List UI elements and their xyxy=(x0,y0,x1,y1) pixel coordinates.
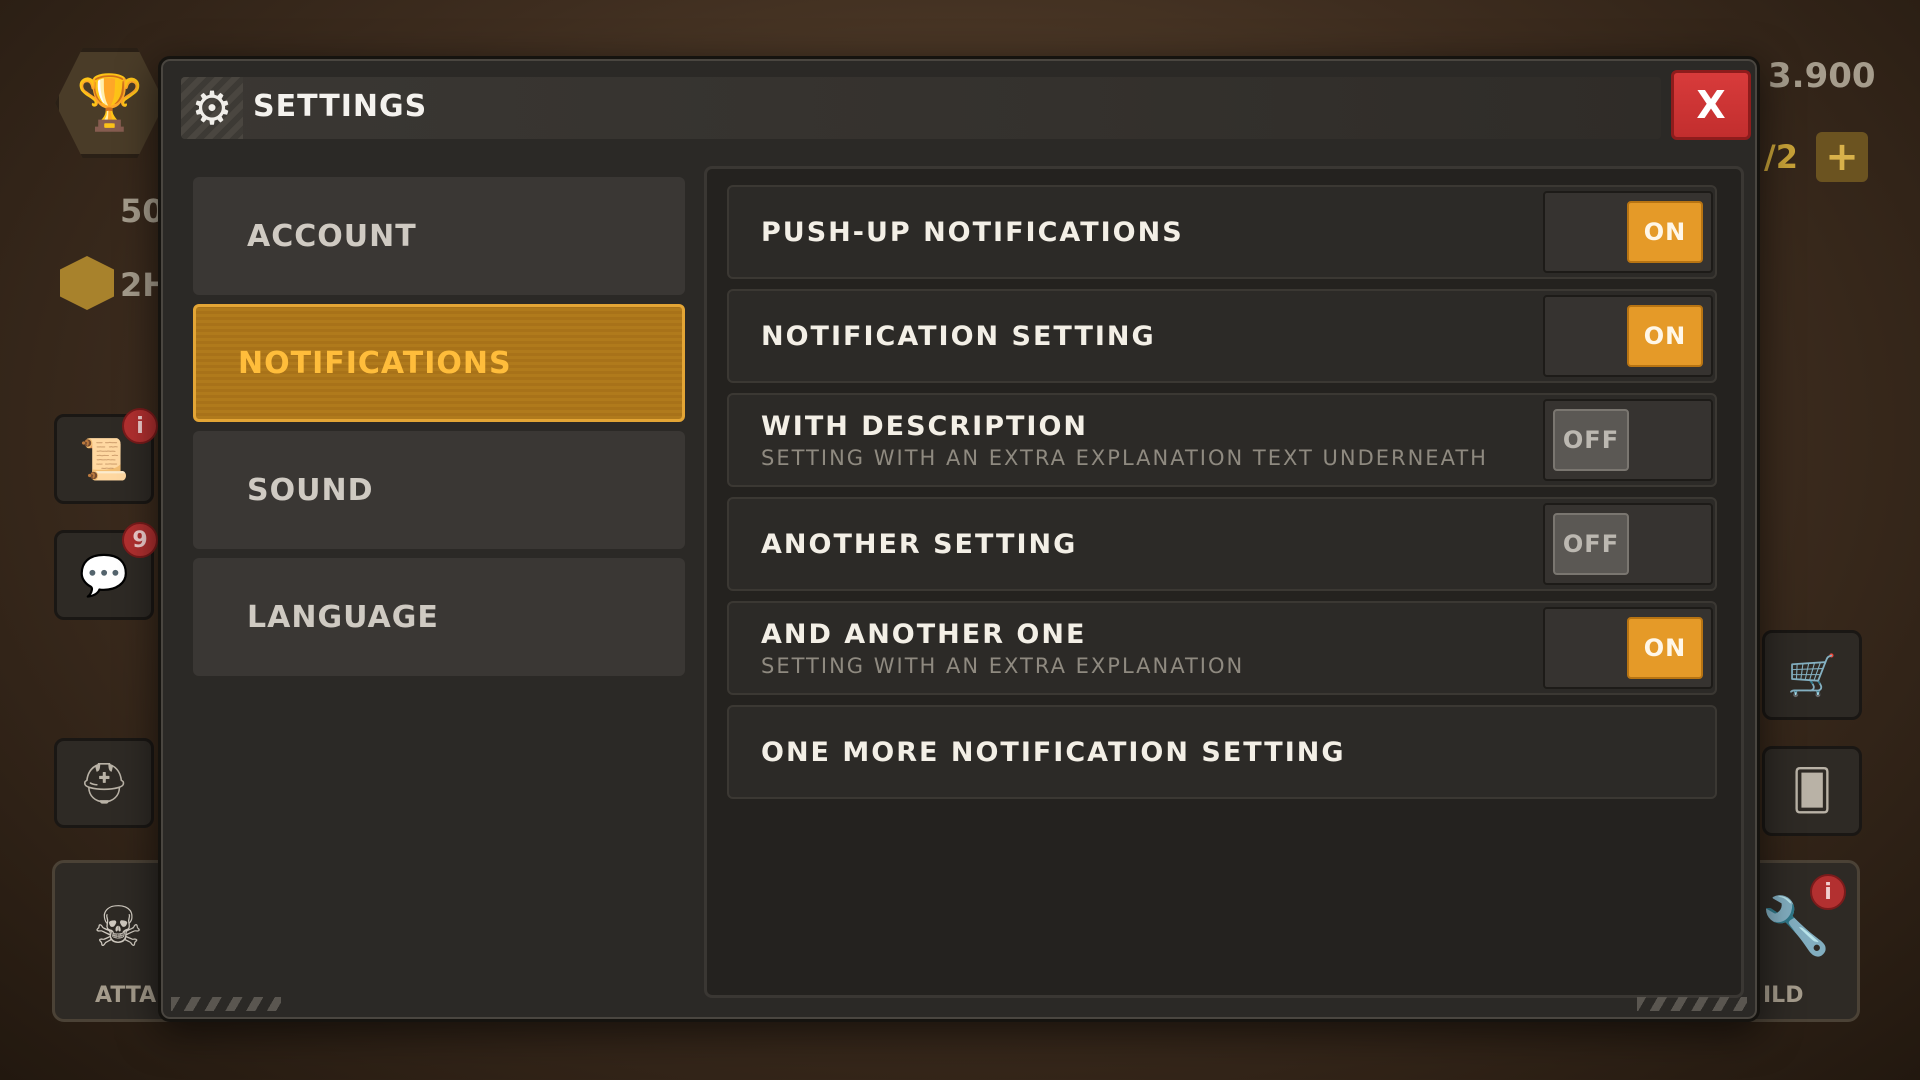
attack-label: ATTA xyxy=(95,983,157,1008)
setting-label: ONE MORE NOTIFICATION SETTING xyxy=(761,736,1346,768)
rank-icon xyxy=(60,256,114,310)
toggle-knob: OFF xyxy=(1553,409,1629,471)
cards-button[interactable]: 🂠 xyxy=(1762,746,1862,836)
setting-row-with-description: WITH DESCRIPTION SETTING WITH AN EXTRA E… xyxy=(727,393,1717,487)
slot-counter: /2 xyxy=(1764,138,1798,176)
trophy-icon[interactable]: 🏆 xyxy=(55,48,165,158)
build-badge: i xyxy=(1810,874,1846,910)
tab-account[interactable]: ACCOUNT xyxy=(193,177,685,295)
notification-setting-toggle[interactable]: ON xyxy=(1543,295,1713,377)
setting-label: WITH DESCRIPTION xyxy=(761,410,1088,442)
notifications-panel: PUSH-UP NOTIFICATIONS ON NOTIFICATION SE… xyxy=(704,166,1744,998)
toggle-knob: OFF xyxy=(1553,513,1629,575)
chat-icon: 💬 xyxy=(79,552,129,599)
helmet-button[interactable]: ⛑ xyxy=(54,738,154,828)
settings-tabs: ACCOUNT NOTIFICATIONS SOUND LANGUAGE xyxy=(193,177,685,685)
setting-row-push-up: PUSH-UP NOTIFICATIONS ON xyxy=(727,185,1717,279)
gear-badge: ⚙ xyxy=(181,77,243,139)
setting-description: SETTING WITH AN EXTRA EXPLANATION xyxy=(761,653,1245,678)
gear-icon: ⚙ xyxy=(191,81,233,135)
setting-row-notification: NOTIFICATION SETTING ON xyxy=(727,289,1717,383)
corner-hatch-left xyxy=(171,997,281,1011)
skull-icon: ☠ xyxy=(93,895,144,960)
cards-icon: 🂠 xyxy=(1791,768,1833,814)
and-another-one-toggle[interactable]: ON xyxy=(1543,607,1713,689)
shop-button[interactable]: 🛒 xyxy=(1762,630,1862,720)
scroll-icon: 📜 xyxy=(79,436,129,483)
setting-label: AND ANOTHER ONE xyxy=(761,618,1087,650)
toggle-knob: ON xyxy=(1627,201,1703,263)
quests-badge: i xyxy=(122,408,158,444)
helmet-icon: ⛑ xyxy=(78,760,130,807)
toggle-knob: ON xyxy=(1627,617,1703,679)
setting-label: ANOTHER SETTING xyxy=(761,528,1078,560)
another-setting-toggle[interactable]: OFF xyxy=(1543,503,1713,585)
gold-counter: 3.900 xyxy=(1768,56,1876,96)
tab-language[interactable]: LANGUAGE xyxy=(193,558,685,676)
with-description-toggle[interactable]: OFF xyxy=(1543,399,1713,481)
tab-sound[interactable]: SOUND xyxy=(193,431,685,549)
modal-title: SETTINGS xyxy=(253,89,428,124)
add-icon[interactable]: + xyxy=(1816,132,1868,182)
setting-row-and-another: AND ANOTHER ONE SETTING WITH AN EXTRA EX… xyxy=(727,601,1717,695)
setting-row-another: ANOTHER SETTING OFF xyxy=(727,497,1717,591)
push-up-toggle[interactable]: ON xyxy=(1543,191,1713,273)
setting-row-one-more[interactable]: ONE MORE NOTIFICATION SETTING xyxy=(727,705,1717,799)
corner-hatch-right xyxy=(1637,997,1747,1011)
cart-icon: 🛒 xyxy=(1787,652,1837,699)
build-label: ILD xyxy=(1763,983,1804,1008)
settings-modal: ⚙ SETTINGS X ACCOUNT NOTIFICATIONS SOUND… xyxy=(158,56,1760,1022)
setting-label: PUSH-UP NOTIFICATIONS xyxy=(761,216,1184,248)
chat-badge: 9 xyxy=(122,522,158,558)
tab-notifications[interactable]: NOTIFICATIONS xyxy=(193,304,685,422)
toggle-knob: ON xyxy=(1627,305,1703,367)
close-button[interactable]: X xyxy=(1671,70,1751,140)
modal-header: ⚙ SETTINGS xyxy=(181,77,1661,139)
setting-label: NOTIFICATION SETTING xyxy=(761,320,1156,352)
setting-description: SETTING WITH AN EXTRA EXPLANATION TEXT U… xyxy=(761,445,1488,470)
